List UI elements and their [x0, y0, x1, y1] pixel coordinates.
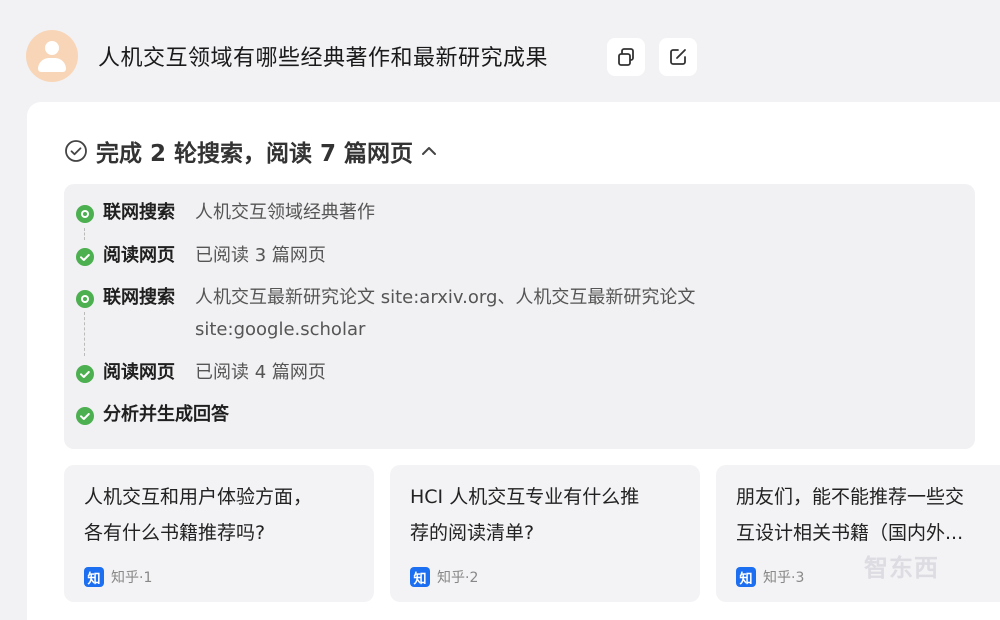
step-detail-continued: site:google.scholar	[195, 319, 366, 340]
question-text: 人机交互领域有哪些经典著作和最新研究成果	[98, 46, 549, 71]
search-step-icon	[76, 290, 94, 308]
search-step-icon	[76, 205, 94, 223]
check-icon	[76, 365, 94, 383]
step-detail: 人机交互领域经典著作	[195, 202, 375, 223]
reference-title-line: 互设计相关书籍（国内外...	[736, 522, 964, 544]
check-icon	[76, 248, 94, 266]
reference-title-line: 人机交互和用户体验方面，	[84, 486, 313, 508]
step-label: 阅读网页	[103, 362, 175, 383]
step-connector	[84, 228, 85, 240]
edit-button[interactable]	[659, 38, 697, 76]
step-detail: 已阅读 4 篇网页	[195, 362, 326, 383]
step-connector	[84, 312, 85, 356]
avatar-head	[45, 41, 59, 55]
reference-card[interactable]: 人机交互和用户体验方面， 各有什么书籍推荐吗? 知 知乎·1	[64, 465, 374, 602]
check-icon	[76, 407, 94, 425]
reference-title-line: 朋友们，能不能推荐一些交	[736, 486, 965, 508]
reference-card[interactable]: HCI 人机交互专业有什么推 荐的阅读清单? 知 知乎·2	[390, 465, 700, 602]
copy-icon	[618, 48, 634, 66]
question-header: 人机交互领域有哪些经典著作和最新研究成果	[0, 0, 1000, 100]
reference-title-line: HCI 人机交互专业有什么推	[410, 486, 640, 508]
step-label: 联网搜索	[103, 287, 175, 308]
zhihu-icon: 知	[736, 567, 756, 587]
search-summary-toggle[interactable]: 完成 2 轮搜索，阅读 7 篇网页	[64, 134, 439, 168]
copy-button[interactable]	[607, 38, 645, 76]
step-detail: 人机交互最新研究论文 site:arxiv.org、人机交互最新研究论文	[195, 287, 696, 308]
reference-source-label: 知乎·3	[763, 570, 805, 586]
step-detail: 已阅读 3 篇网页	[195, 245, 326, 266]
step-label: 联网搜索	[103, 202, 175, 223]
reference-source-label: 知乎·2	[437, 570, 479, 586]
watermark: 智东西	[864, 554, 939, 582]
reference-title: 人机交互和用户体验方面， 各有什么书籍推荐吗?	[84, 479, 364, 551]
search-steps-panel: 联网搜索 人机交互领域经典著作 阅读网页 已阅读 3 篇网页 联网搜索 人机交互…	[64, 184, 975, 449]
reference-card[interactable]: 朋友们，能不能推荐一些交 互设计相关书籍（国内外... 知 知乎·3	[716, 465, 1000, 602]
step-label: 阅读网页	[103, 245, 175, 266]
zhihu-icon: 知	[84, 567, 104, 587]
user-avatar	[26, 30, 78, 82]
avatar-body	[38, 58, 66, 72]
reference-source: 知 知乎·1	[84, 567, 152, 587]
reference-source-label: 知乎·1	[111, 570, 153, 586]
step-label: 分析并生成回答	[103, 404, 229, 425]
reference-title: 朋友们，能不能推荐一些交 互设计相关书籍（国内外...	[736, 479, 1000, 551]
reference-source: 知 知乎·3	[736, 567, 804, 587]
zhihu-icon: 知	[410, 567, 430, 587]
check-circle-icon	[64, 139, 88, 163]
search-summary-text: 完成 2 轮搜索，阅读 7 篇网页	[96, 141, 414, 167]
reference-title-line: 荐的阅读清单?	[410, 522, 535, 544]
reference-source: 知 知乎·2	[410, 567, 478, 587]
reference-title: HCI 人机交互专业有什么推 荐的阅读清单?	[410, 479, 690, 551]
edit-icon	[670, 49, 686, 65]
chevron-up-icon[interactable]	[419, 141, 439, 161]
reference-title-line: 各有什么书籍推荐吗?	[84, 522, 266, 544]
